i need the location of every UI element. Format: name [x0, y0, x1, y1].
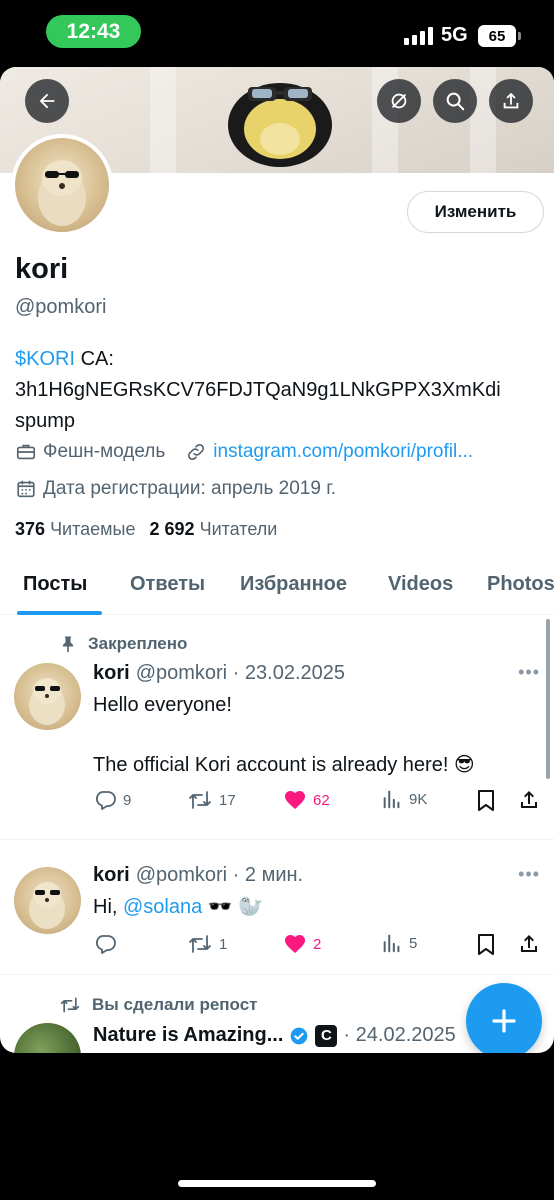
post-meta: @pomkori · 23.02.2025 — [135, 662, 345, 684]
reply-button[interactable] — [93, 932, 123, 956]
repost-icon — [60, 997, 80, 1013]
bio-line2: 3h1H6gNEGRsKCV76FDJTQaN9g1LNkGPPX3XmKdi — [15, 379, 501, 401]
like-button[interactable]: 2 — [283, 932, 321, 956]
home-indicator[interactable] — [178, 1180, 376, 1187]
share-icon — [503, 92, 519, 109]
pin-icon — [63, 636, 73, 653]
post-author-name[interactable]: Nature is Amazing... — [93, 1024, 283, 1047]
like-icon — [285, 791, 305, 809]
bio-cashtag[interactable]: $KORI — [15, 348, 75, 370]
tab-replies[interactable]: Ответы — [130, 573, 205, 596]
post-author-name[interactable]: kori — [93, 864, 130, 887]
reply-icon — [96, 791, 116, 810]
link-icon — [188, 443, 205, 461]
no-sync-button[interactable] — [377, 79, 421, 123]
bio-line3: spump — [15, 410, 76, 432]
post-meta: · 24.02.2025 — [343, 1024, 456, 1046]
reply-icon — [96, 935, 116, 954]
pinned-label: Закреплено — [58, 634, 187, 654]
views-button[interactable]: 5 — [381, 932, 417, 954]
no-sync-icon — [391, 93, 407, 109]
bio-line1: CA: — [75, 348, 114, 370]
following-link[interactable]: 376 Читаемые — [15, 519, 136, 540]
profile-avatar[interactable] — [11, 134, 113, 236]
status-time[interactable]: 12:43 — [46, 15, 141, 48]
affiliate-badge-icon: C — [315, 1024, 338, 1047]
views-icon — [383, 790, 400, 809]
more-options-icon[interactable]: ••• — [518, 864, 540, 885]
profile-screen: Изменить kori @pomkori $KORI CA: 3h1H6gN… — [0, 67, 554, 1053]
repost-button[interactable]: 1 — [187, 932, 227, 956]
tab-posts[interactable]: Посты — [23, 573, 87, 596]
signal-icon — [404, 27, 433, 45]
tab-photos[interactable]: Photos — [487, 573, 554, 596]
bookmark-icon — [478, 790, 494, 811]
profile-joined-row: Дата регистрации: апрель 2019 г. — [15, 478, 336, 500]
reply-button[interactable]: 9 — [93, 788, 131, 812]
mention-link[interactable]: @solana — [123, 896, 202, 918]
post-actions: 9 17 62 9K — [93, 788, 543, 816]
banner-artwork — [228, 83, 332, 167]
profile-handle: @pomkori — [15, 296, 107, 318]
profile-category: Фешн-модель — [43, 441, 166, 462]
edit-profile-button[interactable]: Изменить — [407, 191, 544, 233]
plus-icon — [492, 1009, 516, 1033]
bookmark-button[interactable] — [475, 788, 497, 812]
search-button[interactable] — [433, 79, 477, 123]
profile-tabs: Посты Ответы Избранное Videos Photos — [0, 567, 554, 615]
post-avatar[interactable] — [14, 1023, 81, 1053]
more-options-icon[interactable]: ••• — [518, 662, 540, 683]
post-2[interactable]: kori @pomkori · 2 мин. ••• Hi, @solana 🕶… — [0, 840, 554, 975]
post-avatar[interactable] — [14, 663, 81, 730]
repost-label: Вы сделали репост — [58, 995, 258, 1015]
bookmark-icon — [478, 934, 494, 955]
views-icon — [383, 934, 400, 953]
post-meta: @pomkori · 2 мин. — [135, 864, 304, 886]
post-text: Hi, @solana 🕶️ 🦭 — [93, 896, 264, 918]
post-actions: 1 2 5 — [93, 932, 543, 960]
post-text: Hello everyone! The official Kori accoun… — [93, 694, 475, 776]
share-post-button[interactable] — [517, 932, 541, 956]
tab-likes[interactable]: Избранное — [240, 573, 347, 596]
post-pinned[interactable]: Закреплено kori @pomkori · 23.02.2025 ••… — [0, 618, 554, 840]
back-arrow-icon — [39, 93, 55, 109]
post-avatar[interactable] — [14, 867, 81, 934]
like-icon — [285, 935, 305, 953]
tab-videos[interactable]: Videos — [388, 573, 453, 596]
battery-icon: 65 — [478, 25, 521, 47]
profile-link[interactable]: instagram.com/pomkori/profil... — [213, 441, 473, 463]
share-icon — [521, 935, 537, 952]
network-type: 5G — [441, 24, 468, 46]
share-post-button[interactable] — [517, 788, 541, 812]
back-button[interactable] — [25, 79, 69, 123]
status-bar: 12:43 5G 65 — [0, 0, 554, 66]
briefcase-icon — [16, 444, 36, 460]
repost-button[interactable]: 17 — [187, 788, 236, 812]
post-header: Nature is Amazing... C · 24.02.2025 — [93, 1024, 456, 1047]
like-button[interactable]: 62 — [283, 788, 330, 812]
follow-counts: 376 Читаемые 2 692 Читатели — [15, 519, 277, 540]
followers-link[interactable]: 2 692 Читатели — [150, 519, 278, 540]
calendar-icon — [17, 480, 35, 498]
profile-joined: Дата регистрации: апрель 2019 г. — [43, 478, 337, 499]
post-header: kori @pomkori · 2 мин. — [93, 864, 303, 887]
bookmark-button[interactable] — [475, 932, 497, 956]
repost-icon — [189, 791, 211, 809]
search-icon — [446, 92, 465, 111]
post-header: kori @pomkori · 23.02.2025 — [93, 662, 345, 685]
verified-icon — [291, 1027, 308, 1044]
post-author-name[interactable]: kori — [93, 662, 130, 685]
profile-bio: $KORI CA: 3h1H6gNEGRsKCV76FDJTQaN9g1LNkG… — [15, 344, 545, 437]
compose-post-button[interactable] — [466, 983, 542, 1053]
share-button[interactable] — [489, 79, 533, 123]
repost-icon — [189, 935, 211, 953]
views-button[interactable]: 9K — [381, 788, 427, 810]
share-icon — [521, 791, 537, 808]
profile-meta-row: Фешн-модель instagram.com/pomkori/profil… — [15, 441, 473, 463]
active-tab-indicator — [17, 611, 102, 615]
profile-name: kori — [15, 253, 69, 285]
avatar-image — [38, 160, 86, 226]
